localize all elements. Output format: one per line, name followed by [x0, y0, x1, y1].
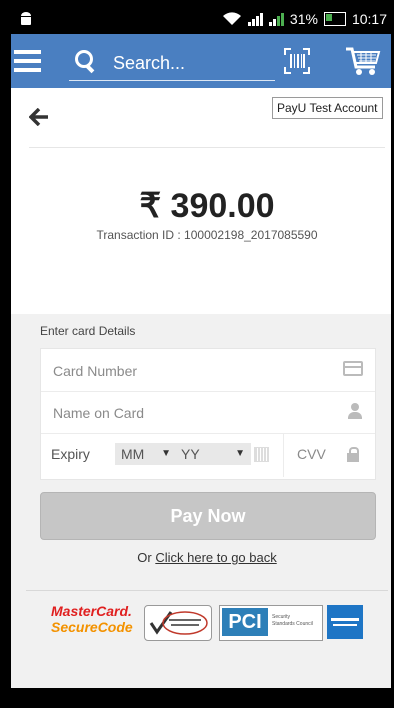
divider: [29, 147, 385, 148]
pci-logo: PCI Security Standards Council: [219, 605, 323, 641]
dropdown-arrow-icon: ▼: [161, 448, 171, 459]
expiry-month-value: MM: [121, 446, 145, 462]
divider: [26, 590, 388, 591]
verified-by-visa-logo: [144, 605, 212, 641]
transaction-amount: ₹ 390.00: [139, 187, 275, 225]
search-bar[interactable]: [69, 44, 275, 81]
go-back-line: Or Click here to go back: [11, 550, 394, 565]
status-bar: 31% 10:17: [11, 6, 391, 34]
go-back-prefix: Or: [137, 550, 156, 565]
expiry-year-select[interactable]: YY ▼: [175, 443, 251, 465]
mastercard-securecode-logo: MasterCard. SecureCode: [51, 603, 133, 635]
calendar-icon: [254, 447, 269, 462]
menu-icon[interactable]: [14, 50, 41, 72]
pay-now-button[interactable]: Pay Now: [40, 492, 376, 540]
card-payment-panel: Enter card Details Expiry MM ▼: [11, 314, 391, 688]
android-icon: [21, 12, 31, 25]
account-badge: PayU Test Account: [272, 97, 383, 119]
card-number-input[interactable]: [51, 359, 325, 383]
phone-frame: 31% 10:17 Search... PayU Test Account ₹ …: [0, 0, 394, 708]
expiry-cvv-row: Expiry MM ▼ YY ▼ CVV: [41, 433, 375, 477]
back-arrow-icon[interactable]: [29, 108, 49, 126]
cart-icon[interactable]: [345, 46, 381, 76]
expiry-year-value: YY: [181, 446, 200, 462]
card-details-title: Enter card Details: [40, 324, 136, 338]
wifi-icon: [222, 12, 241, 25]
status-right: 31% 10:17: [222, 11, 387, 27]
signal-icon: [247, 12, 263, 26]
credit-card-icon: [343, 361, 363, 376]
barcode-scan-icon[interactable]: [284, 48, 310, 74]
american-express-logo: [327, 605, 363, 639]
divider: [283, 433, 284, 477]
battery-icon: [323, 12, 346, 26]
name-row: [41, 391, 375, 434]
search-input[interactable]: [111, 50, 275, 76]
battery-percent: 31%: [289, 11, 318, 27]
expiry-month-select[interactable]: MM ▼: [115, 443, 177, 465]
card-form: Expiry MM ▼ YY ▼ CVV: [40, 348, 376, 480]
lock-icon: [346, 447, 360, 462]
name-on-card-input[interactable]: [51, 401, 325, 425]
go-back-link[interactable]: Click here to go back: [155, 550, 276, 565]
dropdown-arrow-icon: ▼: [235, 448, 245, 459]
signal-icon-2: [268, 12, 284, 26]
security-logos: MasterCard. SecureCode PCI Security Stan…: [51, 603, 371, 641]
search-icon: [75, 50, 93, 68]
payment-page: PayU Test Account ₹ 390.00 Transaction I…: [11, 88, 391, 688]
transaction-id: Transaction ID : 100002198_2017085590: [96, 228, 318, 242]
app-bar: [11, 34, 391, 88]
user-icon: [347, 403, 363, 419]
card-number-row: [41, 349, 375, 392]
cvv-input[interactable]: CVV: [297, 446, 326, 462]
clock: 10:17: [351, 11, 387, 27]
expiry-label: Expiry: [51, 446, 90, 462]
